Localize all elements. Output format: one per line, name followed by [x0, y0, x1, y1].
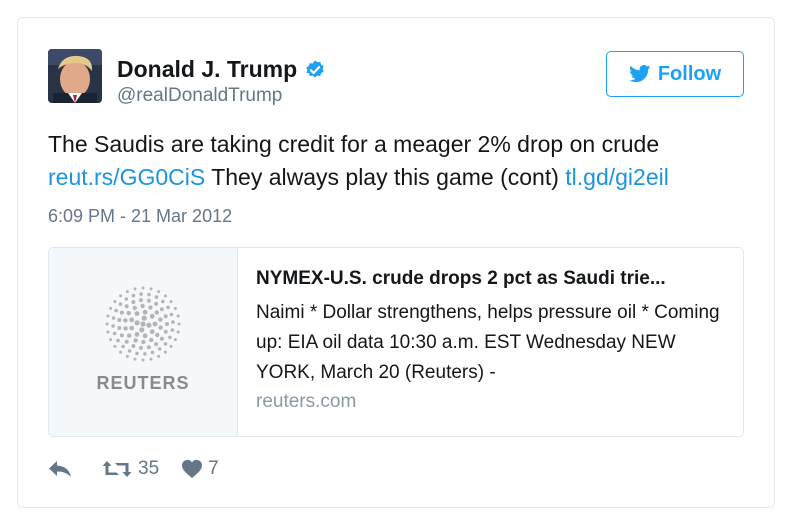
user-name[interactable]: Donald J. Trump	[117, 56, 297, 83]
tweet-actions: 35 7	[48, 458, 219, 480]
like-button[interactable]: 7	[181, 458, 219, 480]
reply-button[interactable]	[48, 460, 72, 478]
follow-button-label: Follow	[657, 62, 722, 85]
verified-badge-icon	[304, 59, 326, 81]
user-handle[interactable]: @realDonaldTrump	[117, 85, 282, 107]
card-domain: reuters.com	[256, 391, 357, 412]
tweet-link-twitlonger[interactable]: tl.gd/gi2eil	[565, 164, 669, 190]
avatar-image	[48, 49, 102, 103]
follow-button[interactable]: Follow	[606, 51, 744, 97]
card-body: NYMEX-U.S. crude drops 2 pct as Saudi tr…	[256, 266, 726, 416]
retweet-count: 35	[138, 458, 160, 479]
tweet-text-part2: They always play this game (cont)	[205, 164, 566, 190]
heart-icon	[182, 459, 203, 479]
twitter-bird-icon	[629, 65, 651, 83]
card-thumbnail: REUTERS	[49, 248, 238, 436]
reply-icon	[49, 461, 71, 477]
tweet-card: Donald J. Trump @realDonaldTrump Follow …	[17, 17, 775, 508]
card-title[interactable]: NYMEX-U.S. crude drops 2 pct as Saudi tr…	[256, 266, 726, 292]
user-name-row[interactable]: Donald J. Trump	[117, 56, 326, 83]
tweet-text: The Saudis are taking credit for a meage…	[48, 128, 748, 194]
card-description: Naimi * Dollar strengthens, helps pressu…	[256, 302, 720, 383]
retweet-button[interactable]: 35	[102, 458, 159, 480]
tweet-link-reuters[interactable]: reut.rs/GG0CiS	[48, 164, 205, 190]
like-count: 7	[208, 458, 219, 479]
tweet-text-part1: The Saudis are taking credit for a meage…	[48, 131, 660, 157]
link-preview-card[interactable]: REUTERS NYMEX-U.S. crude drops 2 pct as …	[48, 247, 744, 437]
avatar[interactable]	[48, 49, 102, 103]
reuters-logo-icon	[105, 286, 181, 362]
tweet-timestamp[interactable]: 6:09 PM - 21 Mar 2012	[48, 206, 232, 227]
reuters-logo-text: REUTERS	[96, 373, 190, 393]
retweet-icon	[102, 461, 132, 477]
